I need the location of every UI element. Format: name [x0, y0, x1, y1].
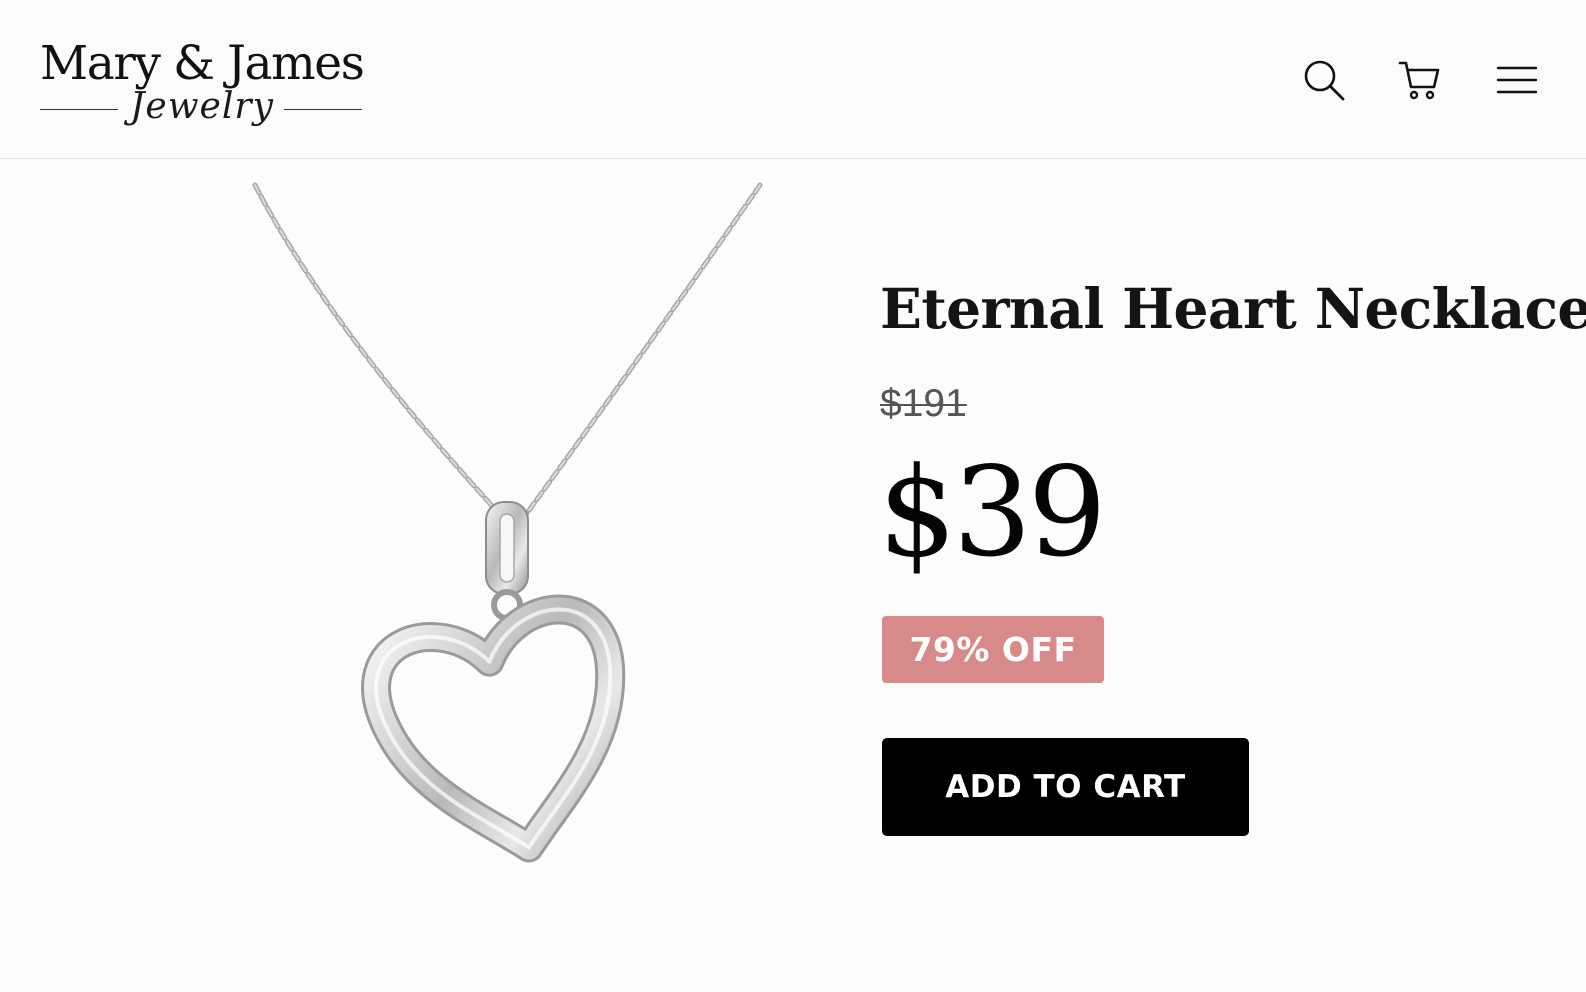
brand-logo[interactable]: Mary & James Jewelry: [40, 30, 365, 140]
search-button[interactable]: [1296, 52, 1352, 108]
menu-button[interactable]: [1489, 52, 1545, 108]
site-header: Mary & James Jewelry: [0, 0, 1586, 159]
cart-button[interactable]: [1392, 52, 1448, 108]
sale-price: $39: [878, 441, 1107, 585]
brand-subtitle: Jewelry: [130, 86, 274, 127]
original-price: $191: [880, 382, 967, 425]
discount-badge: 79% OFF: [882, 616, 1104, 683]
product-title: Eternal Heart Necklace: [880, 276, 1586, 341]
cart-icon: [1398, 61, 1440, 100]
menu-icon: [1496, 66, 1538, 94]
product-image: [150, 160, 850, 960]
brand-name: Mary & James: [40, 36, 365, 91]
logo-divider-right: [284, 109, 362, 110]
heart-necklace-illustration: [252, 182, 763, 863]
logo-divider-left: [40, 109, 118, 110]
search-icon: [1304, 60, 1345, 101]
add-to-cart-button[interactable]: ADD TO CART: [882, 738, 1249, 836]
